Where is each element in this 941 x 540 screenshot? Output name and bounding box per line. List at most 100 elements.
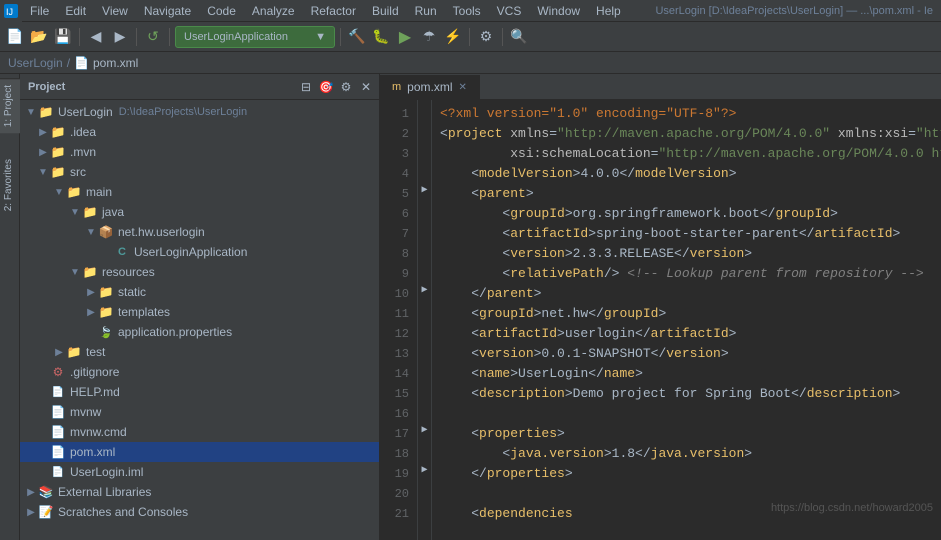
sidebar-tab-favorites[interactable]: 2: Favorites — [0, 153, 20, 217]
new-button[interactable]: 📄 — [4, 26, 26, 48]
menu-view[interactable]: View — [94, 2, 136, 20]
sidebar-tab-project[interactable]: 1: Project — [0, 78, 20, 133]
code-line-16 — [440, 404, 941, 424]
coverage-button[interactable]: ☂ — [418, 26, 440, 48]
mvnwcmd-icon: 📄 — [50, 424, 66, 440]
menu-edit[interactable]: Edit — [57, 2, 94, 20]
collapse-all-button[interactable]: ⊟ — [297, 78, 315, 96]
tree-item-templates[interactable]: ▶ 📁 templates — [20, 302, 379, 322]
code-content[interactable]: <?xml version="1.0" encoding="UTF-8"?> <… — [432, 100, 941, 540]
tree-label-appclass: UserLoginApplication — [134, 245, 247, 259]
tree-label-templates: templates — [118, 305, 170, 319]
breadcrumb-sep: / — [67, 56, 70, 70]
menu-build[interactable]: Build — [364, 2, 407, 20]
menu-help[interactable]: Help — [588, 2, 629, 20]
java-folder-icon: 📁 — [82, 204, 98, 220]
sep2 — [136, 28, 137, 46]
tree-item-mvnwcmd[interactable]: ▶ 📄 mvnw.cmd — [20, 422, 379, 442]
code-line-8: <version>2.3.3.RELEASE</version> — [440, 244, 941, 264]
tree-item-java[interactable]: ▼ 📁 java — [20, 202, 379, 222]
tree-label-static: static — [118, 285, 146, 299]
settings-button[interactable]: ⚙ — [475, 26, 497, 48]
run-config-label: UserLoginApplication — [184, 31, 311, 43]
svg-text:IJ: IJ — [6, 7, 13, 17]
sep4 — [340, 28, 341, 46]
tree-item-mvn[interactable]: ▶ 📁 .mvn — [20, 142, 379, 162]
tree-item-mvnw[interactable]: ▶ 📄 mvnw — [20, 402, 379, 422]
menu-analyze[interactable]: Analyze — [244, 2, 303, 20]
tree-item-pomxml[interactable]: ▶ 📄 pom.xml — [20, 442, 379, 462]
menu-refactor[interactable]: Refactor — [303, 2, 364, 20]
tree-arrow: ▶ — [36, 127, 50, 138]
tree-label-userlogin: UserLogin — [58, 105, 113, 119]
save-button[interactable]: 💾 — [52, 26, 74, 48]
breadcrumb-project[interactable]: UserLogin — [8, 56, 63, 70]
tree-item-appclass[interactable]: ▶ C UserLoginApplication — [20, 242, 379, 262]
tree-item-scratches[interactable]: ▶ 📝 Scratches and Consoles — [20, 502, 379, 522]
mvn-folder-icon: 📁 — [50, 144, 66, 160]
git-icon: ⚙ — [50, 364, 66, 380]
md-icon: 📄 — [50, 384, 66, 400]
menu-run[interactable]: Run — [407, 2, 445, 20]
tree-label-src: src — [70, 165, 86, 179]
run-button[interactable]: ▶ — [394, 26, 416, 48]
code-line-1: <?xml version="1.0" encoding="UTF-8"?> — [440, 104, 941, 124]
locate-file-button[interactable]: 🎯 — [317, 78, 335, 96]
tab-close-pomxml[interactable]: ✕ — [459, 82, 467, 93]
open-button[interactable]: 📂 — [28, 26, 50, 48]
tree-arrow: ▶ — [24, 507, 38, 518]
tree-item-helpmd[interactable]: ▶ 📄 HELP.md — [20, 382, 379, 402]
ext-lib-icon: 📚 — [38, 484, 54, 500]
menu-navigate[interactable]: Navigate — [136, 2, 199, 20]
sep1 — [79, 28, 80, 46]
revert-button[interactable]: ↺ — [142, 26, 164, 48]
profile-button[interactable]: ⚡ — [442, 26, 464, 48]
breadcrumb-file[interactable]: 📄 pom.xml — [74, 56, 138, 70]
back-button[interactable]: ◀ — [85, 26, 107, 48]
tree-item-gitignore[interactable]: ▶ ⚙ .gitignore — [20, 362, 379, 382]
sidebar-tab-strip: 1: Project 2: Favorites — [0, 74, 20, 540]
xml-file-icon: 📄 — [74, 56, 89, 70]
code-line-12: <artifactId>userlogin</artifactId> — [440, 324, 941, 344]
menu-tools[interactable]: Tools — [445, 2, 489, 20]
tree-item-test[interactable]: ▶ 📁 test — [20, 342, 379, 362]
editor-tabs: m pom.xml ✕ — [380, 74, 941, 100]
search-button[interactable]: 🔍 — [508, 26, 530, 48]
editor-tab-pomxml[interactable]: m pom.xml ✕ — [380, 75, 480, 99]
run-config-selector[interactable]: UserLoginApplication ▼ — [175, 26, 335, 48]
menu-vcs[interactable]: VCS — [489, 2, 530, 20]
code-line-4: <modelVersion>4.0.0</modelVersion> — [440, 164, 941, 184]
tree-item-src[interactable]: ▼ 📁 src — [20, 162, 379, 182]
tree-label-java: java — [102, 205, 124, 219]
tree-label-mvn: .mvn — [70, 145, 96, 159]
tree-label-pomxml: pom.xml — [70, 445, 115, 459]
code-line-11: <groupId>net.hw</groupId> — [440, 304, 941, 324]
menu-window[interactable]: Window — [529, 2, 588, 20]
panel-settings-button[interactable]: ⚙ — [337, 78, 355, 96]
panel-close-button[interactable]: ✕ — [357, 78, 375, 96]
code-line-14: <name>UserLogin</name> — [440, 364, 941, 384]
tree-item-idea[interactable]: ▶ 📁 .idea — [20, 122, 379, 142]
dropdown-arrow-icon: ▼ — [315, 31, 326, 43]
tree-item-main[interactable]: ▼ 📁 main — [20, 182, 379, 202]
code-line-13: <version>0.0.1-SNAPSHOT</version> — [440, 344, 941, 364]
tree-label-userloginiml: UserLogin.iml — [70, 465, 143, 479]
debug-button[interactable]: 🐛 — [370, 26, 392, 48]
sep5 — [469, 28, 470, 46]
code-line-7: <artifactId>spring-boot-starter-parent</… — [440, 224, 941, 244]
menu-code[interactable]: Code — [199, 2, 244, 20]
tree-arrow: ▼ — [36, 167, 50, 178]
breadcrumb-filename: pom.xml — [93, 56, 138, 70]
tree-item-userlogin-root[interactable]: ▼ 📁 UserLogin D:\IdeaProjects\UserLogin — [20, 102, 379, 122]
tree-item-package[interactable]: ▼ 📦 net.hw.userlogin — [20, 222, 379, 242]
tree-item-extlibs[interactable]: ▶ 📚 External Libraries — [20, 482, 379, 502]
tree-item-appprops[interactable]: ▶ 🍃 application.properties — [20, 322, 379, 342]
forward-button[interactable]: ▶ — [109, 26, 131, 48]
tree-label-extlibs: External Libraries — [58, 485, 151, 499]
tree-label-scratches: Scratches and Consoles — [58, 505, 188, 519]
build-button[interactable]: 🔨 — [346, 26, 368, 48]
menu-file[interactable]: File — [22, 2, 57, 20]
tree-item-resources[interactable]: ▼ 📁 resources — [20, 262, 379, 282]
tree-item-userloginiml[interactable]: ▶ 📄 UserLogin.iml — [20, 462, 379, 482]
tree-item-static[interactable]: ▶ 📁 static — [20, 282, 379, 302]
